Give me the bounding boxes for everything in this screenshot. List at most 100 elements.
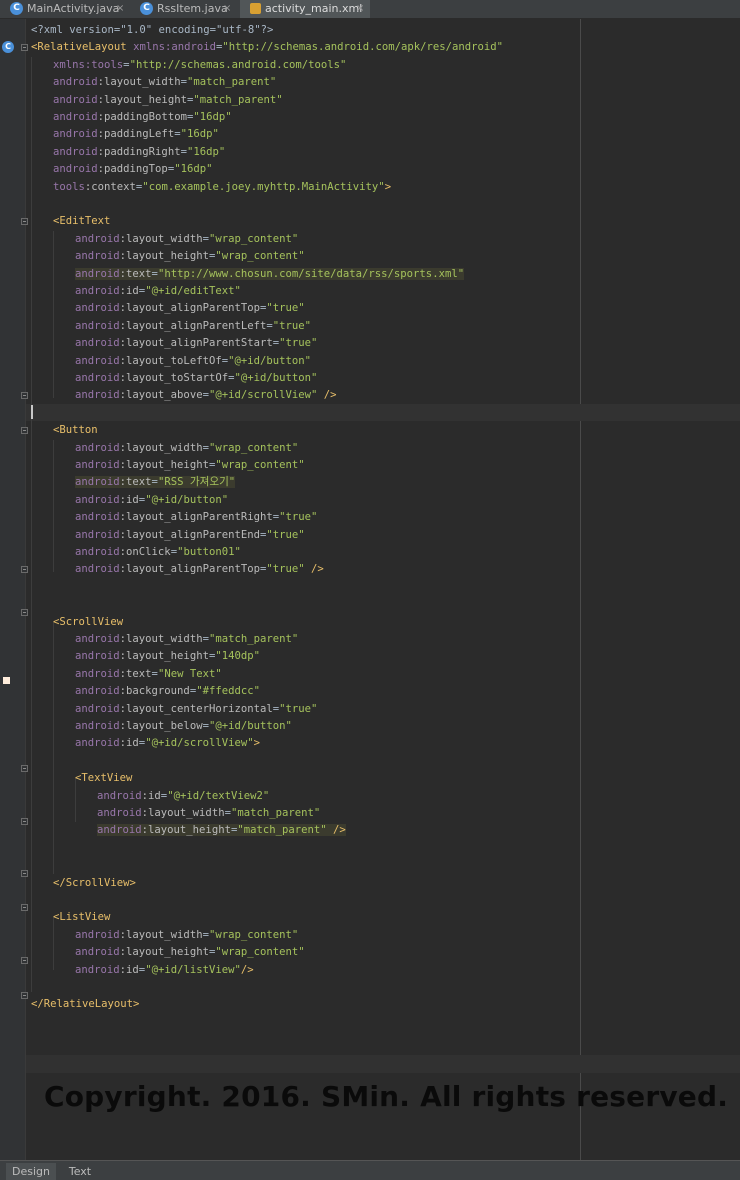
gutter-divider (25, 19, 26, 1160)
code-line: android:onClick="button01" (75, 544, 241, 561)
code-token: android (75, 546, 120, 558)
code-token: <RelativeLayout (31, 41, 134, 54)
code-line-content: android:text="New Text" (75, 668, 222, 680)
code-token: "true" (266, 528, 305, 541)
code-token: "16dp" (193, 111, 232, 123)
close-icon[interactable]: × (223, 0, 231, 17)
fold-marker-icon[interactable] (21, 609, 28, 616)
code-token: :text (119, 267, 152, 280)
code-token: :paddingTop (97, 163, 168, 176)
code-token: android (75, 493, 120, 506)
code-token: android (53, 111, 98, 123)
code-line-content: android:layout_alignParentRight="true" (75, 511, 317, 523)
code-token: android (75, 702, 120, 715)
fold-marker-icon[interactable] (21, 566, 28, 573)
code-token: :layout_height (119, 459, 209, 471)
code-token: "@+id/scrollView" (145, 737, 254, 750)
code-token: "@+id/scrollView" (208, 389, 318, 402)
code-token: "match_parent" (186, 76, 277, 89)
color-swatch-icon[interactable] (3, 677, 10, 684)
code-token: "wrap_content" (215, 250, 305, 263)
code-token: android (53, 145, 98, 158)
tab-rss-item[interactable]: C RssItem.java × (130, 0, 238, 18)
code-line: android:text="New Text" (75, 666, 222, 683)
editor-tab-bar: C MainActivity.java × C RssItem.java × a… (0, 0, 740, 19)
text-caret (31, 405, 33, 419)
code-token: android (75, 459, 120, 471)
code-line: android:layout_alignParentStart="true" (75, 335, 317, 352)
code-token: :id (119, 493, 139, 506)
code-line: android:layout_above="@+id/scrollView" /… (75, 387, 337, 404)
code-line-content: android:text="RSS 가져오기" (75, 476, 236, 489)
code-line-content: android:layout_height="140dp" (75, 650, 260, 662)
code-token: :paddingRight (97, 145, 181, 158)
code-line-content: android:layout_alignParentLeft="true" (75, 320, 311, 332)
code-token: :id (141, 789, 161, 802)
fold-marker-icon[interactable] (21, 218, 28, 225)
code-token: :layout_alignParentLeft (119, 319, 267, 332)
code-token: :layout_toStartOf (119, 372, 229, 384)
code-line: android:text="RSS 가져오기" (75, 474, 236, 491)
tab-main-activity[interactable]: C MainActivity.java × (0, 0, 128, 18)
fold-marker-icon[interactable] (21, 427, 28, 434)
code-line: <ScrollView (53, 614, 123, 631)
code-token: :layout_above (119, 389, 203, 402)
fold-marker-icon[interactable] (21, 870, 28, 877)
code-line-content: <ListView (53, 911, 110, 923)
code-line: android:id="@+id/button" (75, 492, 228, 509)
code-token: android (75, 267, 120, 280)
code-line: android:id="@+id/textView2" (97, 788, 269, 805)
code-token: "true" (279, 702, 318, 715)
code-line-content: android:layout_width="match_parent" (53, 76, 276, 88)
java-class-icon: C (140, 2, 153, 15)
code-line: android:layout_alignParentTop="true" /> (75, 561, 324, 578)
code-token: "match_parent" (193, 93, 283, 106)
code-token: xmlns:android (133, 41, 216, 54)
code-line-content: android:layout_height="match_parent" /> (97, 824, 346, 837)
fold-marker-icon[interactable] (21, 392, 28, 399)
code-line-content: android:id="@+id/scrollView"> (75, 737, 260, 749)
code-line-content: xmlns:tools="http://schemas.android.com/… (53, 59, 346, 71)
fold-marker-icon[interactable] (21, 818, 28, 825)
code-token: android (75, 946, 120, 959)
code-line-content: android:layout_width="wrap_content" (75, 233, 298, 245)
close-icon[interactable]: × (356, 0, 364, 17)
code-line: android:id="@+id/editText" (75, 283, 241, 300)
code-token: "@+id/editText" (145, 285, 241, 297)
tab-text[interactable]: Text (58, 1163, 102, 1180)
close-icon[interactable]: × (116, 0, 124, 17)
code-token: "true" (266, 563, 305, 576)
code-token: android (75, 302, 120, 315)
code-line-content: android:layout_toStartOf="@+id/button" (75, 372, 317, 384)
indent-guide (31, 57, 32, 992)
code-line: android:layout_width="match_parent" (75, 631, 298, 648)
fold-marker-icon[interactable] (21, 44, 28, 51)
code-line-content: android:layout_width="wrap_content" (75, 442, 298, 454)
code-token: "@+id/textView2" (167, 789, 270, 802)
code-token: /> (240, 963, 254, 976)
code-line: android:layout_width="wrap_content" (75, 231, 298, 248)
code-line-content: android:layout_alignParentStart="true" (75, 337, 317, 349)
code-token: android (75, 963, 120, 976)
code-line: android:paddingBottom="16dp" (53, 109, 232, 126)
code-line-content: <EditText (53, 215, 110, 227)
code-token: tools (53, 180, 85, 193)
code-token: "true" (272, 319, 312, 332)
tab-design[interactable]: Design (6, 1163, 56, 1180)
code-line-content: android:layout_centerHorizontal="true" (75, 703, 317, 715)
code-line: android:layout_height="140dp" (75, 648, 260, 665)
code-line-content: android:layout_width="wrap_content" (75, 929, 298, 941)
current-line-highlight (26, 404, 740, 421)
code-line: android:layout_alignParentRight="true" (75, 509, 317, 526)
fold-marker-icon[interactable] (21, 765, 28, 772)
fold-marker-icon[interactable] (21, 992, 28, 999)
class-reference-icon[interactable]: C (2, 41, 14, 53)
code-line-content: android:layout_above="@+id/scrollView" /… (75, 389, 337, 401)
code-token: :id (119, 737, 139, 750)
fold-marker-icon[interactable] (21, 904, 28, 911)
indent-guide (53, 622, 54, 874)
fold-marker-icon[interactable] (21, 957, 28, 964)
code-token: :layout_centerHorizontal (119, 702, 273, 715)
tab-activity-main-xml[interactable]: activity_main.xml × (240, 0, 370, 18)
code-token: "New Text" (157, 667, 222, 680)
